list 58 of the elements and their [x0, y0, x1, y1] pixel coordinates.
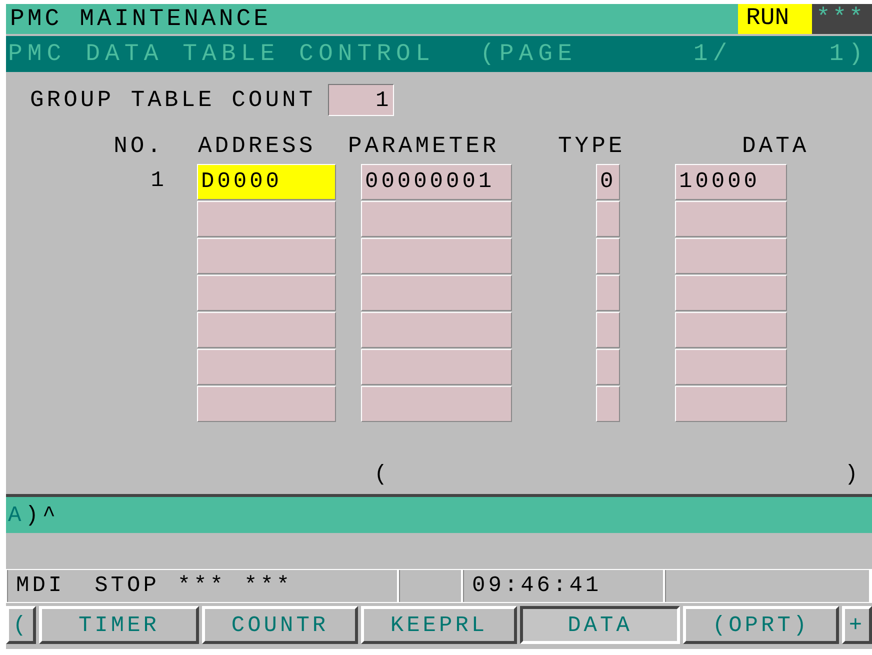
- type-cell[interactable]: [596, 238, 620, 274]
- soft-key[interactable]: TIMER: [39, 606, 199, 644]
- data-cell[interactable]: 10000: [675, 164, 787, 200]
- soft-key[interactable]: (: [6, 606, 36, 644]
- subheader-title: PMC DATA TABLE CONTROL: [8, 40, 435, 68]
- soft-key[interactable]: KEEPRL: [361, 606, 517, 644]
- soft-key[interactable]: DATA: [520, 606, 680, 644]
- status-field: ***: [244, 570, 293, 602]
- row-number: 1: [150, 167, 165, 195]
- parameter-cell[interactable]: [361, 201, 512, 237]
- data-cell[interactable]: [675, 386, 787, 422]
- type-cell[interactable]: [596, 312, 620, 348]
- data-cell[interactable]: [675, 201, 787, 237]
- soft-key[interactable]: (OPRT): [683, 606, 839, 644]
- type-cell[interactable]: [596, 386, 620, 422]
- screen-title: PMC MAINTENANCE: [9, 6, 272, 32]
- clock-time: 09:46:41: [472, 572, 602, 600]
- input-open-bracket: (: [374, 462, 388, 486]
- address-cell[interactable]: [197, 312, 336, 348]
- soft-key[interactable]: +: [842, 606, 872, 644]
- address-cell[interactable]: [197, 201, 336, 237]
- column-header: TYPE: [557, 132, 626, 161]
- address-cell[interactable]: [197, 386, 336, 422]
- address-cell[interactable]: [197, 238, 336, 274]
- run-mode-indicator: RUN: [738, 4, 812, 34]
- parameter-cell[interactable]: [361, 312, 512, 348]
- parameter-cell[interactable]: [361, 386, 512, 422]
- parameter-cell[interactable]: 00000001: [361, 164, 512, 200]
- status-field: ***: [177, 570, 226, 602]
- column-header: NO.: [112, 132, 165, 161]
- type-cell[interactable]: [596, 201, 620, 237]
- group-count-label: GROUP TABLE COUNT: [30, 87, 316, 113]
- type-cell[interactable]: [596, 349, 620, 385]
- address-cell[interactable]: D0000: [197, 164, 336, 200]
- type-cell[interactable]: 0: [596, 164, 620, 200]
- parameter-cell[interactable]: [361, 238, 512, 274]
- address-cell[interactable]: [197, 275, 336, 311]
- data-cell[interactable]: [675, 349, 787, 385]
- data-cell[interactable]: [675, 238, 787, 274]
- column-header: DATA: [742, 132, 810, 161]
- parameter-cell[interactable]: [361, 349, 512, 385]
- data-cell[interactable]: [675, 275, 787, 311]
- alarm-indicator: ***: [812, 4, 872, 34]
- mode-status: MDI: [16, 572, 65, 600]
- page-indicator: (PAGE 1/ 1): [480, 40, 868, 68]
- prompt-separator: ): [25, 502, 38, 528]
- soft-key[interactable]: COUNTR: [202, 606, 358, 644]
- group-count-field[interactable]: 1: [328, 84, 394, 116]
- address-cell[interactable]: [197, 349, 336, 385]
- type-cell[interactable]: [596, 275, 620, 311]
- input-close-bracket: ): [844, 462, 858, 486]
- input-prompt: A: [8, 502, 22, 528]
- data-cell[interactable]: [675, 312, 787, 348]
- column-header: PARAMETER: [347, 132, 500, 161]
- input-cursor: ^: [42, 502, 56, 528]
- column-header: ADDRESS: [197, 132, 317, 161]
- run-status: STOP: [94, 572, 160, 600]
- parameter-cell[interactable]: [361, 275, 512, 311]
